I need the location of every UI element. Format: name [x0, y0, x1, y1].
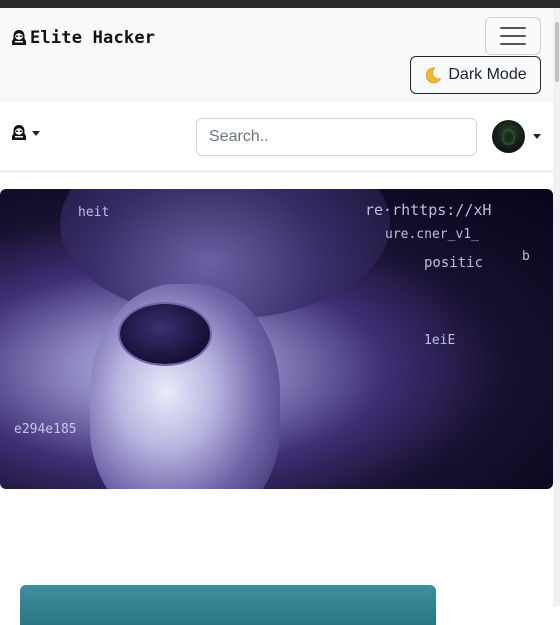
hero-code-text: e294e185 — [14, 422, 77, 437]
brand[interactable]: Elite Hacker — [10, 28, 155, 48]
user-menu-dropdown[interactable] — [10, 124, 40, 142]
hero-code-text: b — [522, 249, 530, 264]
profile-dropdown[interactable] — [492, 120, 541, 153]
hacker-icon — [12, 125, 26, 140]
browser-top-bar — [0, 0, 560, 8]
hero-code-text: positic — [424, 255, 484, 271]
hero-code-text: heit — [78, 205, 110, 220]
hero-image: heit re·rhttps://xH ure.cner_v1_ positic… — [0, 189, 553, 489]
navbar-toggler-button[interactable] — [485, 17, 541, 55]
scrollbar-thumb[interactable] — [555, 22, 559, 82]
hamburger-icon — [500, 43, 526, 45]
brand-title: Elite Hacker — [30, 28, 156, 48]
avatar — [492, 120, 525, 153]
hacker-icon — [12, 30, 26, 45]
content-card — [20, 585, 436, 625]
hero-code-text: re·rhttps://xH — [365, 201, 492, 219]
scrollbar-track[interactable] — [553, 8, 560, 606]
hero-glasses — [120, 304, 210, 364]
hamburger-icon — [500, 27, 526, 29]
hero-code-text: ure.cner_v1_ — [385, 227, 479, 242]
hero-code-text: 1eiE — [424, 333, 456, 348]
top-navbar: Elite Hacker Dark Mode — [0, 8, 553, 102]
dark-mode-label: Dark Mode — [448, 66, 527, 83]
hamburger-icon — [500, 35, 526, 37]
dark-mode-button[interactable]: Dark Mode — [410, 56, 541, 94]
moon-icon — [426, 67, 442, 84]
search-input[interactable] — [196, 118, 477, 156]
caret-down-icon — [32, 130, 40, 136]
secondary-navbar — [0, 102, 553, 172]
caret-down-icon — [533, 134, 541, 139]
